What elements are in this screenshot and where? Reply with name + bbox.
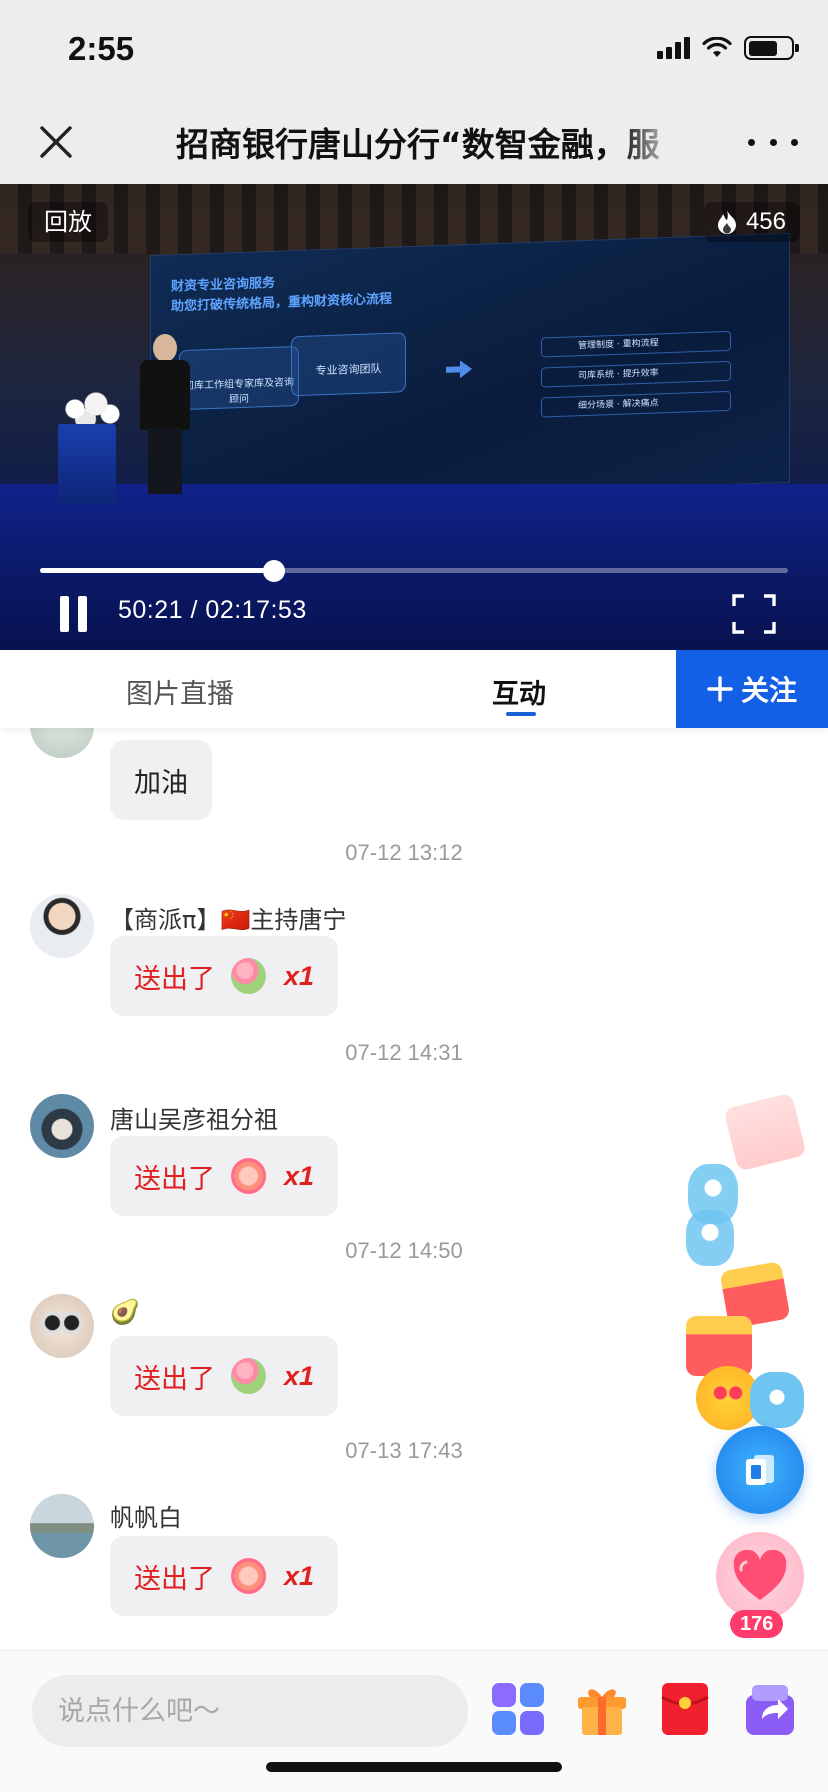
message-text: 加油 xyxy=(134,767,188,799)
status-time: 2:55 xyxy=(68,30,135,67)
stage-floor xyxy=(0,484,828,650)
video-player[interactable]: 财资专业咨询服务 助您打破传统格局，重构财资核心流程 司库工作组专家库及咨询顾问… xyxy=(0,184,828,650)
screen-box: 司库工作组专家库及咨询顾问 xyxy=(179,345,299,411)
sender-name: 唐山吴彦祖分祖 xyxy=(110,1106,278,1134)
message-timestamp: 07-12 13:12 xyxy=(345,840,463,865)
battery-icon xyxy=(744,36,799,60)
podium xyxy=(58,424,116,504)
gift-text: 送出了 xyxy=(134,1363,215,1395)
more-icon[interactable] xyxy=(748,130,798,154)
current-time: 50:21 xyxy=(118,596,184,624)
mascot-decoration xyxy=(686,1210,734,1266)
heat-badge: 456 xyxy=(703,202,800,242)
gift-text: 送出了 xyxy=(134,1563,215,1595)
avatar[interactable] xyxy=(30,894,94,958)
bouquet-gift-icon xyxy=(231,958,266,994)
red-packet-button[interactable] xyxy=(660,1681,716,1737)
title-fade xyxy=(620,100,680,184)
message-timestamp: 07-12 14:31 xyxy=(345,1040,463,1065)
flame-icon xyxy=(717,210,736,234)
assistant-tool-button[interactable] xyxy=(716,1426,804,1514)
clap-gift-icon xyxy=(231,1558,266,1594)
gift-quantity: x1 xyxy=(283,960,314,991)
gift-quantity: x1 xyxy=(283,1560,314,1591)
gift-bubble: 送出了 x1 xyxy=(110,936,338,1016)
apps-button[interactable] xyxy=(490,1681,546,1737)
message-bubble: 加油 xyxy=(110,740,212,820)
screen-title: 财资专业咨询服务 助您打破传统格局，重构财资核心流程 xyxy=(171,270,392,318)
speaker xyxy=(140,334,190,494)
sender-name: 帆帆白 xyxy=(110,1504,182,1532)
wifi-icon xyxy=(702,37,732,57)
progress-fill xyxy=(40,568,275,573)
plus-icon xyxy=(707,676,733,702)
arrow-icon xyxy=(446,360,472,379)
share-button[interactable] xyxy=(742,1681,798,1737)
screen-box: 专业咨询团队 xyxy=(291,332,406,397)
follow-button[interactable]: 关注 xyxy=(676,650,828,728)
time-separator: / xyxy=(190,596,198,624)
gift-bubble: 送出了 x1 xyxy=(110,1536,338,1616)
message-timestamp: 07-13 17:43 xyxy=(345,1438,463,1463)
replay-badge: 回放 xyxy=(28,202,108,242)
fullscreen-icon[interactable] xyxy=(732,594,776,634)
document-icon xyxy=(746,1455,774,1485)
pause-button[interactable] xyxy=(58,596,90,632)
gift-bubble: 送出了 x1 xyxy=(110,1136,338,1216)
screen-row: 司库系统 · 提升效率 xyxy=(541,360,731,388)
home-indicator xyxy=(266,1762,562,1772)
gift-quantity: x1 xyxy=(283,1360,314,1391)
screen-row: 管理制度 · 重构流程 xyxy=(541,330,731,358)
progress-bar[interactable] xyxy=(40,560,788,582)
tab-interaction[interactable]: 互动 xyxy=(492,672,546,711)
gift-bubble: 送出了 x1 xyxy=(110,1336,338,1416)
stage-screen: 财资专业咨询服务 助您打破传统格局，重构财资核心流程 司库工作组专家库及咨询顾问… xyxy=(150,232,790,506)
screen-row: 细分场景 · 解决痛点 xyxy=(541,390,731,418)
total-time: 02:17:53 xyxy=(205,596,307,624)
progress-handle[interactable] xyxy=(263,560,286,582)
avatar[interactable] xyxy=(30,1494,94,1558)
follow-label: 关注 xyxy=(740,674,797,707)
grid-icon xyxy=(492,1683,544,1735)
playback-time: 50:21 / 02:17:53 xyxy=(118,596,307,625)
bouquet-gift-icon xyxy=(231,1358,266,1394)
gift-button[interactable] xyxy=(574,1681,630,1737)
close-icon[interactable] xyxy=(34,120,78,164)
cellular-signal-icon xyxy=(657,37,690,59)
status-bar: 2:55 xyxy=(0,0,828,100)
gift-text: 送出了 xyxy=(134,963,215,995)
comment-input[interactable] xyxy=(32,1675,468,1747)
share-icon xyxy=(746,1685,794,1735)
avatar[interactable] xyxy=(30,1294,94,1358)
nav-bar: 招商银行唐山分行“数智金融，服 xyxy=(0,100,828,184)
gift-quantity: x1 xyxy=(283,1160,314,1191)
like-count: 176 xyxy=(730,1610,784,1638)
heart-icon xyxy=(733,1550,787,1600)
heat-count: 456 xyxy=(745,208,786,235)
like-button[interactable]: 176 xyxy=(716,1532,806,1638)
tab-indicator xyxy=(506,712,536,716)
tab-photo-live[interactable]: 图片直播 xyxy=(126,672,234,711)
gift-icon xyxy=(578,1689,626,1735)
avatar[interactable] xyxy=(30,728,94,758)
mascot-decoration xyxy=(750,1372,804,1428)
gift-text: 送出了 xyxy=(134,1163,215,1195)
status-icons xyxy=(657,36,799,60)
page-title: 招商银行唐山分行“数智金融，服 xyxy=(176,125,660,164)
avatar[interactable] xyxy=(30,1094,94,1158)
red-envelope-icon xyxy=(661,1683,709,1735)
clap-gift-icon xyxy=(231,1158,266,1194)
sender-name: 【商派π】🇨🇳主持唐宁 xyxy=(110,906,347,934)
tab-bar: 图片直播 互动 关注 xyxy=(0,650,828,728)
sender-name: 🥑 xyxy=(110,1298,140,1326)
